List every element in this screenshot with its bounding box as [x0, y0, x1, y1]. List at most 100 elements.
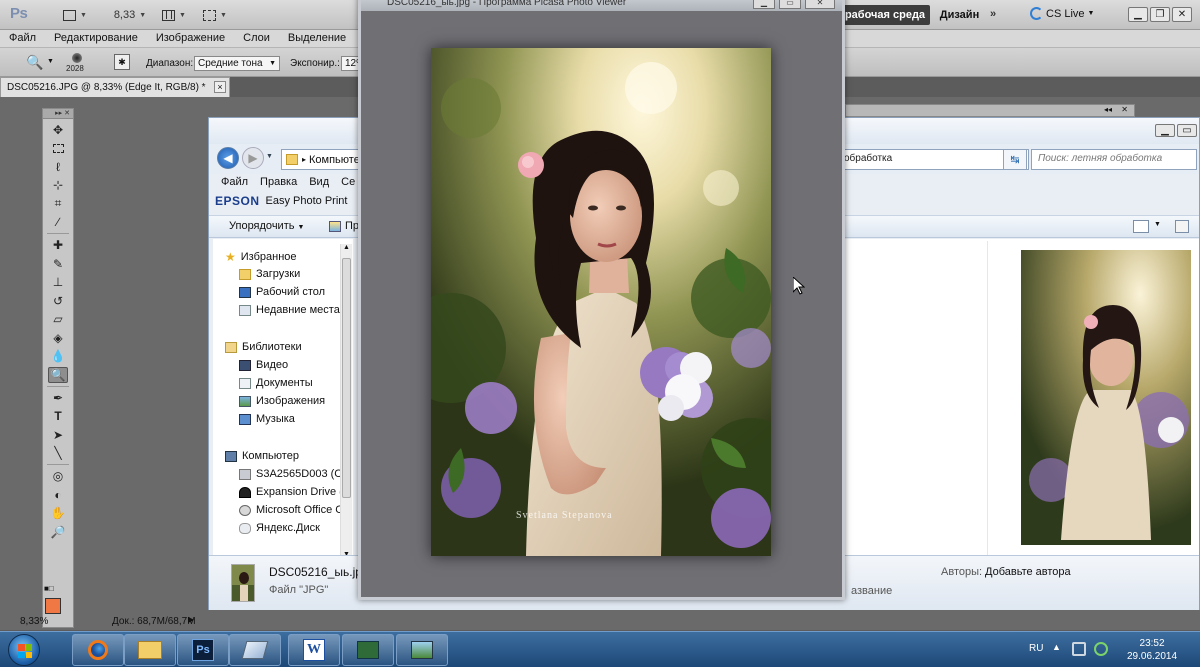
- cs-live-button[interactable]: CS Live ▼: [1030, 7, 1094, 20]
- scroll-up-icon[interactable]: ▲: [343, 244, 350, 251]
- crop-tool-icon[interactable]: ⌗: [48, 196, 68, 212]
- nav-favorites[interactable]: ★ Избранное: [225, 250, 297, 264]
- nav-expansion-drive[interactable]: Expansion Drive (I: [239, 486, 346, 498]
- move-tool-icon[interactable]: ✥: [48, 122, 68, 138]
- picasa-close-icon[interactable]: ✕: [805, 0, 835, 9]
- nav-documents[interactable]: Документы: [239, 377, 313, 389]
- lasso-tool-icon[interactable]: ℓ: [48, 159, 68, 175]
- document-tab[interactable]: DSC05216.JPG @ 8,33% (Edge It, RGB/8) * …: [0, 77, 230, 97]
- nav-video[interactable]: Видео: [239, 359, 288, 371]
- marquee-tool-icon[interactable]: [48, 140, 68, 156]
- hand-tool-icon[interactable]: ✋: [48, 505, 68, 521]
- file-thumbnail[interactable]: [1021, 250, 1191, 545]
- nav-desktop[interactable]: Рабочий стол: [239, 286, 325, 298]
- default-colors-icon[interactable]: ■□: [44, 584, 54, 593]
- nav-libraries[interactable]: Библиотеки: [225, 341, 302, 353]
- menu-select[interactable]: Выделение: [279, 30, 355, 47]
- workspace-essentials-button[interactable]: рабочая среда: [840, 5, 930, 25]
- zoom-level-dropdown[interactable]: 8,33 ▼: [108, 4, 152, 26]
- details-authors-value[interactable]: Добавьте автора: [985, 566, 1071, 578]
- clone-stamp-tool-icon[interactable]: ⊥: [48, 274, 68, 290]
- airbrush-toggle-icon[interactable]: ✱: [114, 54, 130, 70]
- explorer-menu-file[interactable]: Файл: [215, 176, 254, 192]
- navigation-scrollbar[interactable]: ▲ ▼: [340, 244, 352, 558]
- healing-brush-tool-icon[interactable]: ✚: [48, 237, 68, 253]
- language-indicator[interactable]: RU: [1029, 643, 1043, 654]
- minimize-button[interactable]: ▁: [1128, 7, 1148, 22]
- blur-tool-icon[interactable]: 💧: [48, 348, 68, 364]
- nav-downloads[interactable]: Загрузки: [239, 268, 300, 280]
- explorer-minimize-button[interactable]: ▁: [1155, 124, 1175, 137]
- taskbar-firefox[interactable]: [72, 634, 124, 666]
- menu-file[interactable]: Файл: [0, 30, 45, 47]
- search-input[interactable]: Поиск: летняя обработка: [1031, 149, 1197, 170]
- epson-toolbar[interactable]: EPSON Easy Photo Print: [215, 194, 347, 208]
- organize-button[interactable]: Упорядочить ▼: [229, 220, 304, 232]
- forward-button[interactable]: ▶: [242, 147, 264, 169]
- start-button[interactable]: [8, 634, 40, 666]
- screen-mode-button[interactable]: ▼: [198, 4, 232, 26]
- menu-edit[interactable]: Редактирование: [45, 30, 147, 47]
- main-photo[interactable]: Svetlana Stepanova: [396, 48, 801, 556]
- restore-button[interactable]: ❐: [1150, 7, 1170, 22]
- explorer-maximize-button[interactable]: ▭: [1177, 124, 1197, 137]
- nav-yandex-disk[interactable]: Яндекс.Диск: [239, 522, 320, 534]
- history-brush-tool-icon[interactable]: ↺: [48, 293, 68, 309]
- security-icon[interactable]: [1094, 642, 1108, 656]
- show-hidden-icons-icon[interactable]: ▲: [1052, 642, 1066, 656]
- brush-preview-icon[interactable]: [72, 53, 82, 63]
- range-select[interactable]: Средние тона ▼: [194, 56, 280, 71]
- launch-bridge-button[interactable]: ▼: [58, 4, 92, 26]
- chevron-down-icon[interactable]: ▼: [1154, 221, 1161, 228]
- refresh-button[interactable]: ↹: [1003, 149, 1027, 170]
- quick-select-tool-icon[interactable]: ⊹: [48, 177, 68, 193]
- taskbar-picasa[interactable]: [396, 634, 448, 666]
- menu-image[interactable]: Изображение: [147, 30, 234, 47]
- type-tool-icon[interactable]: T: [48, 408, 68, 424]
- back-button[interactable]: ◀: [217, 147, 239, 169]
- 3d-orbit-tool-icon[interactable]: ◐: [48, 487, 68, 503]
- explorer-menu-edit[interactable]: Правка: [254, 176, 303, 192]
- more-workspaces-button[interactable]: »: [990, 8, 996, 20]
- zoom-tool-icon[interactable]: 🔎: [48, 524, 68, 540]
- nav-recent[interactable]: Недавние места: [239, 304, 340, 316]
- nav-office[interactable]: Microsoft Office C: [239, 504, 343, 516]
- eraser-tool-icon[interactable]: ▱: [48, 311, 68, 327]
- close-panel-icon[interactable]: ✕: [1121, 105, 1128, 114]
- taskbar-program[interactable]: [342, 634, 394, 666]
- change-view-icon[interactable]: [1133, 220, 1149, 233]
- taskbar-photoshop[interactable]: Ps: [177, 634, 229, 666]
- dodge-tool-icon[interactable]: 🔍: [48, 366, 68, 383]
- preview-pane-icon[interactable]: [1175, 220, 1189, 233]
- nav-computer[interactable]: Компьютер: [225, 450, 299, 462]
- taskbar-app[interactable]: [229, 634, 281, 666]
- address-bar-folder[interactable]: обработка ▼: [839, 149, 1029, 170]
- taskbar-explorer[interactable]: [124, 634, 176, 666]
- line-tool-icon[interactable]: ╲: [48, 445, 68, 461]
- path-select-tool-icon[interactable]: ➤: [48, 427, 68, 443]
- status-menu-icon[interactable]: ▶: [188, 615, 194, 624]
- foreground-color-swatch[interactable]: [45, 598, 61, 614]
- network-icon[interactable]: [1072, 642, 1086, 656]
- picasa-maximize-icon[interactable]: ▭: [779, 0, 801, 9]
- 3d-rotate-tool-icon[interactable]: ◎: [48, 468, 68, 484]
- clock[interactable]: 23:52 29.06.2014: [1127, 637, 1177, 663]
- close-button[interactable]: ✕: [1172, 7, 1192, 22]
- picasa-minimize-icon[interactable]: ▁: [753, 0, 775, 9]
- nav-music[interactable]: Музыка: [239, 413, 295, 425]
- address-bar[interactable]: ▸ Компьютер: [281, 149, 366, 170]
- paint-bucket-tool-icon[interactable]: ◈: [48, 330, 68, 346]
- menu-layers[interactable]: Слои: [234, 30, 279, 47]
- zoom-tool-preset-icon[interactable]: 🔍: [26, 54, 43, 71]
- workspace-design-button[interactable]: Дизайн: [932, 5, 987, 25]
- brush-tool-icon[interactable]: ✎: [48, 256, 68, 272]
- nav-drive-c[interactable]: S3A2565D003 (C:): [239, 468, 349, 480]
- tools-panel-grip[interactable]: ▸▸ ✕: [43, 109, 73, 119]
- recent-pages-icon[interactable]: ▼: [266, 153, 273, 160]
- nav-images[interactable]: Изображения: [239, 395, 325, 407]
- taskbar-word[interactable]: W: [288, 634, 340, 666]
- close-tab-icon[interactable]: ×: [214, 81, 226, 93]
- pen-tool-icon[interactable]: ✒: [48, 390, 68, 406]
- eyedropper-tool-icon[interactable]: ∕: [48, 214, 68, 230]
- explorer-menu-view[interactable]: Вид: [303, 176, 335, 192]
